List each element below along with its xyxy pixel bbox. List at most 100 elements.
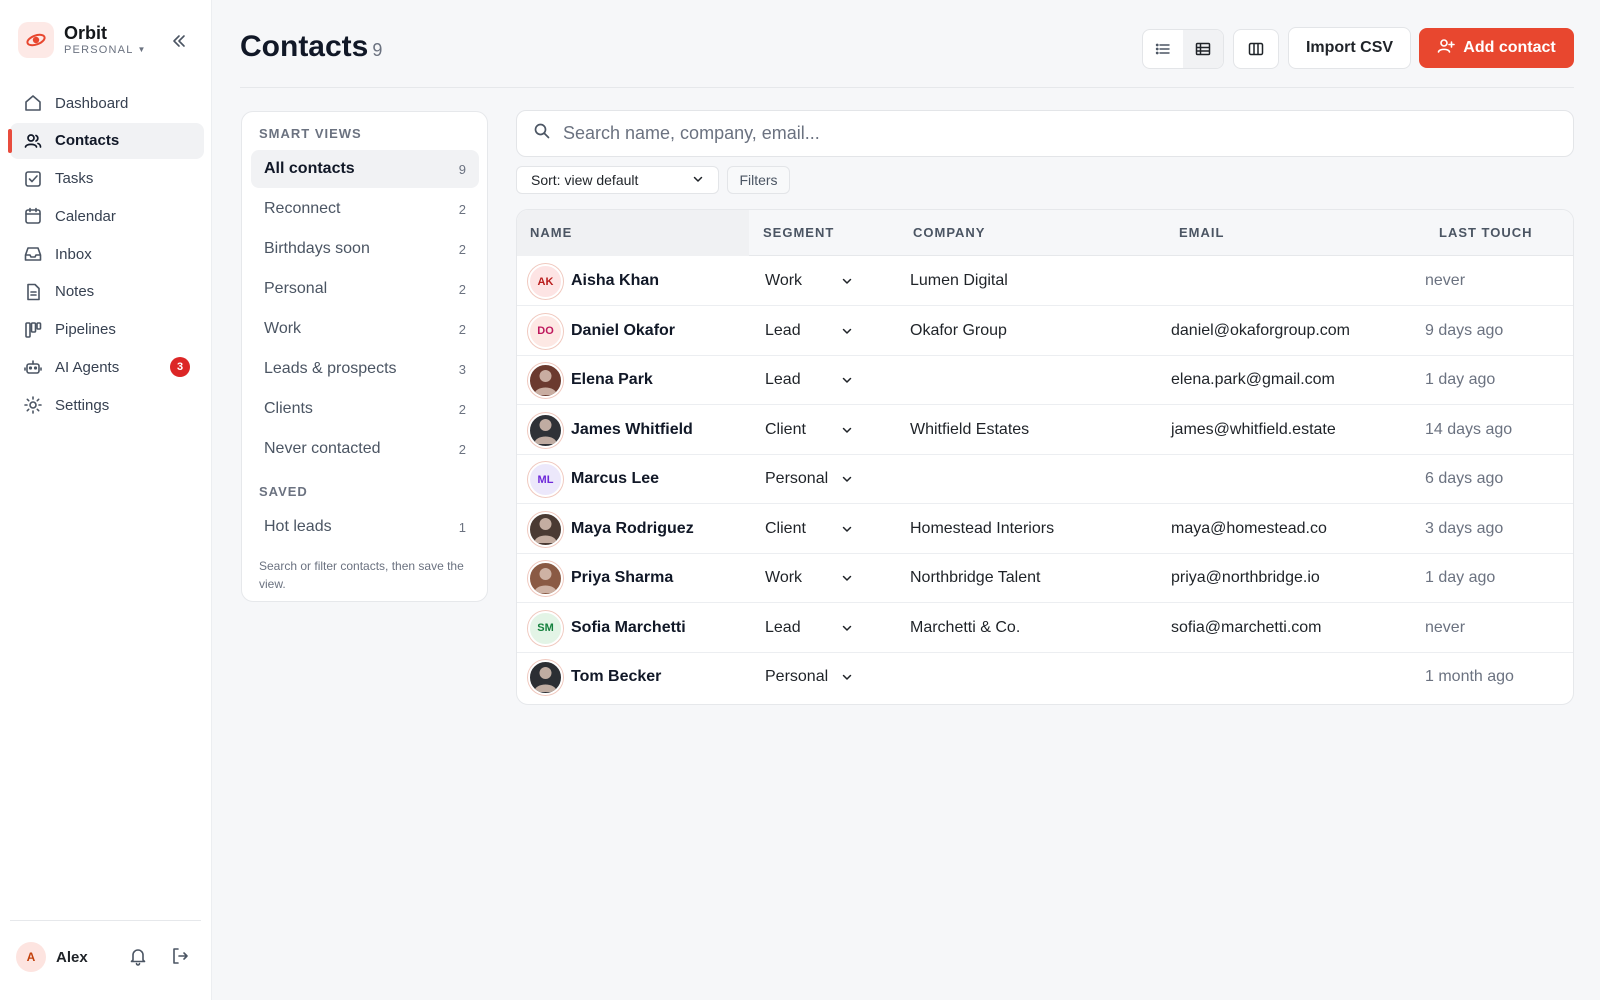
segment-value: Lead [765,371,801,388]
column-header-segment[interactable]: SEGMENT [763,210,834,256]
segment-select[interactable]: Personal [765,652,861,702]
sidebar-item-label: Settings [55,396,110,414]
columns-icon[interactable] [1233,29,1279,69]
table-view-icon[interactable] [1183,30,1223,68]
sort-select[interactable]: Sort: view default [516,166,719,194]
segment-select[interactable]: Client [765,504,861,554]
sidebar-item-pipelines[interactable]: Pipelines [10,312,204,348]
view-all-contacts[interactable]: All contacts 9 [251,150,479,188]
column-header-name[interactable]: NAME [530,210,572,256]
segment-select[interactable]: Lead [765,603,861,653]
contact-email[interactable]: daniel@okaforgroup.com [1171,306,1350,356]
view-personal[interactable]: Personal 2 [251,270,479,308]
column-header-email[interactable]: EMAIL [1179,210,1224,256]
bell-icon[interactable] [128,946,148,971]
contact-name[interactable]: Maya Rodriguez [571,504,694,554]
person-photo-icon [530,415,561,446]
table-row[interactable]: SM Sofia Marchetti Lead Marchetti & Co. sofi… [517,603,1573,653]
contact-last-touch: 3 days ago [1425,519,1504,537]
view-never-contacted[interactable]: Never contacted 2 [251,430,479,468]
segment-select[interactable]: Personal [765,454,861,504]
view-label: Personal [264,280,328,297]
segment-select[interactable]: Work [765,256,861,306]
sidebar-item-inbox[interactable]: Inbox [10,236,204,272]
search-input[interactable] [563,123,1543,144]
view-birthdays-soon[interactable]: Birthdays soon 2 [251,230,479,268]
contact-last-touch: never [1425,618,1466,636]
sidebar-item-notes[interactable]: Notes [10,274,204,310]
view-count: 2 [458,201,466,217]
avatar [528,363,563,398]
contact-email[interactable]: sofia@marchetti.com [1171,603,1322,653]
sidebar-nav: Dashboard Contacts Tasks Calendar Inbox … [8,85,204,425]
segment-select[interactable]: Lead [765,355,861,405]
sidebar-item-label: Dashboard [55,94,129,112]
import-csv-button[interactable]: Import CSV [1288,27,1411,69]
collapse-sidebar-icon[interactable] [168,30,190,52]
list-view-icon[interactable] [1143,30,1183,68]
filters-button[interactable]: Filters [727,166,790,194]
contact-name[interactable]: Elena Park [571,355,653,405]
avatar: AK [528,264,563,299]
table-row[interactable]: James Whitfield Client Whitfield Estates ja… [517,405,1573,455]
contact-name[interactable]: Tom Becker [571,652,661,702]
contact-email[interactable]: priya@northbridge.io [1171,553,1320,603]
table-row[interactable]: Tom Becker Personal 1 month ago [517,652,1573,702]
page-title: Contacts 9 [240,30,382,64]
person-photo-icon [530,365,561,396]
chevron-down-icon [841,671,853,683]
contact-name[interactable]: James Whitfield [571,405,693,455]
smart-views-heading: SMART VIEWS [259,126,362,141]
user-profile[interactable]: A Alex [16,942,88,972]
table-row[interactable]: AK Aisha Khan Work Lumen Digital never [517,256,1573,306]
contact-name[interactable]: Aisha Khan [571,256,659,306]
table-row[interactable]: ML Marcus Lee Personal 6 days ago [517,454,1573,504]
column-header-last-touch[interactable]: LAST TOUCH [1439,210,1533,256]
view-reconnect[interactable]: Reconnect 2 [251,190,479,228]
column-header-company[interactable]: COMPANY [913,210,985,256]
table-row[interactable]: DO Daniel Okafor Lead Okafor Group daniel@ok… [517,306,1573,356]
chevron-down-icon [841,473,853,485]
view-clients[interactable]: Clients 2 [251,390,479,428]
table-row[interactable]: Priya Sharma Work Northbridge Talent priya@… [517,553,1573,603]
add-contact-button[interactable]: Add contact [1419,28,1574,68]
contact-last-touch: 6 days ago [1425,470,1504,487]
sidebar-item-contacts[interactable]: Contacts [8,122,204,159]
contact-email[interactable]: maya@homestead.co [1171,504,1327,554]
sidebar-item-calendar[interactable]: Calendar [10,198,204,234]
chevron-down-icon [841,374,853,386]
view-label: Reconnect [264,200,341,217]
inbox-icon [22,243,44,265]
view-hot-leads[interactable]: Hot leads 1 [251,508,479,546]
contact-email[interactable]: elena.park@gmail.com [1171,355,1335,405]
table-row[interactable]: Elena Park Lead elena.park@gmail.com 1 day … [517,355,1573,405]
smart-views-panel: SMART VIEWS All contacts 9 Reconnect 2 Bir… [241,111,488,602]
contact-name[interactable]: Sofia Marchetti [571,603,686,653]
sidebar-item-ai-agents[interactable]: AI Agents 3 [10,349,204,385]
view-leads-prospects[interactable]: Leads & prospects 3 [251,350,479,388]
person-photo-icon [530,563,561,594]
view-count: 2 [458,441,466,457]
contact-company: Northbridge Talent [910,569,1041,586]
sidebar-item-tasks[interactable]: Tasks [10,161,204,197]
view-work[interactable]: Work 2 [251,310,479,348]
segment-select[interactable]: Lead [765,306,861,356]
avatar [528,660,563,695]
sidebar-item-settings[interactable]: Settings [10,387,204,423]
table-row[interactable]: Maya Rodriguez Client Homestead Interiors m… [517,504,1573,554]
segment-select[interactable]: Client [765,405,861,455]
sidebar-item-dashboard[interactable]: Dashboard [10,85,204,121]
caret-down-icon: ▼ [137,45,147,54]
logout-icon[interactable] [170,946,190,971]
contact-name[interactable]: Priya Sharma [571,553,673,603]
search-bar [516,110,1574,157]
segment-select[interactable]: Work [765,553,861,603]
workspace-switcher[interactable]: Orbit PERSONAL ▼ [18,22,147,58]
chevron-down-icon [841,523,853,535]
contact-email[interactable]: james@whitfield.estate [1171,405,1336,455]
segment-value: Personal [765,668,829,685]
contact-name[interactable]: Daniel Okafor [571,306,675,356]
kanban-icon [22,319,44,341]
notification-badge: 3 [170,357,190,378]
contact-name[interactable]: Marcus Lee [571,454,659,504]
